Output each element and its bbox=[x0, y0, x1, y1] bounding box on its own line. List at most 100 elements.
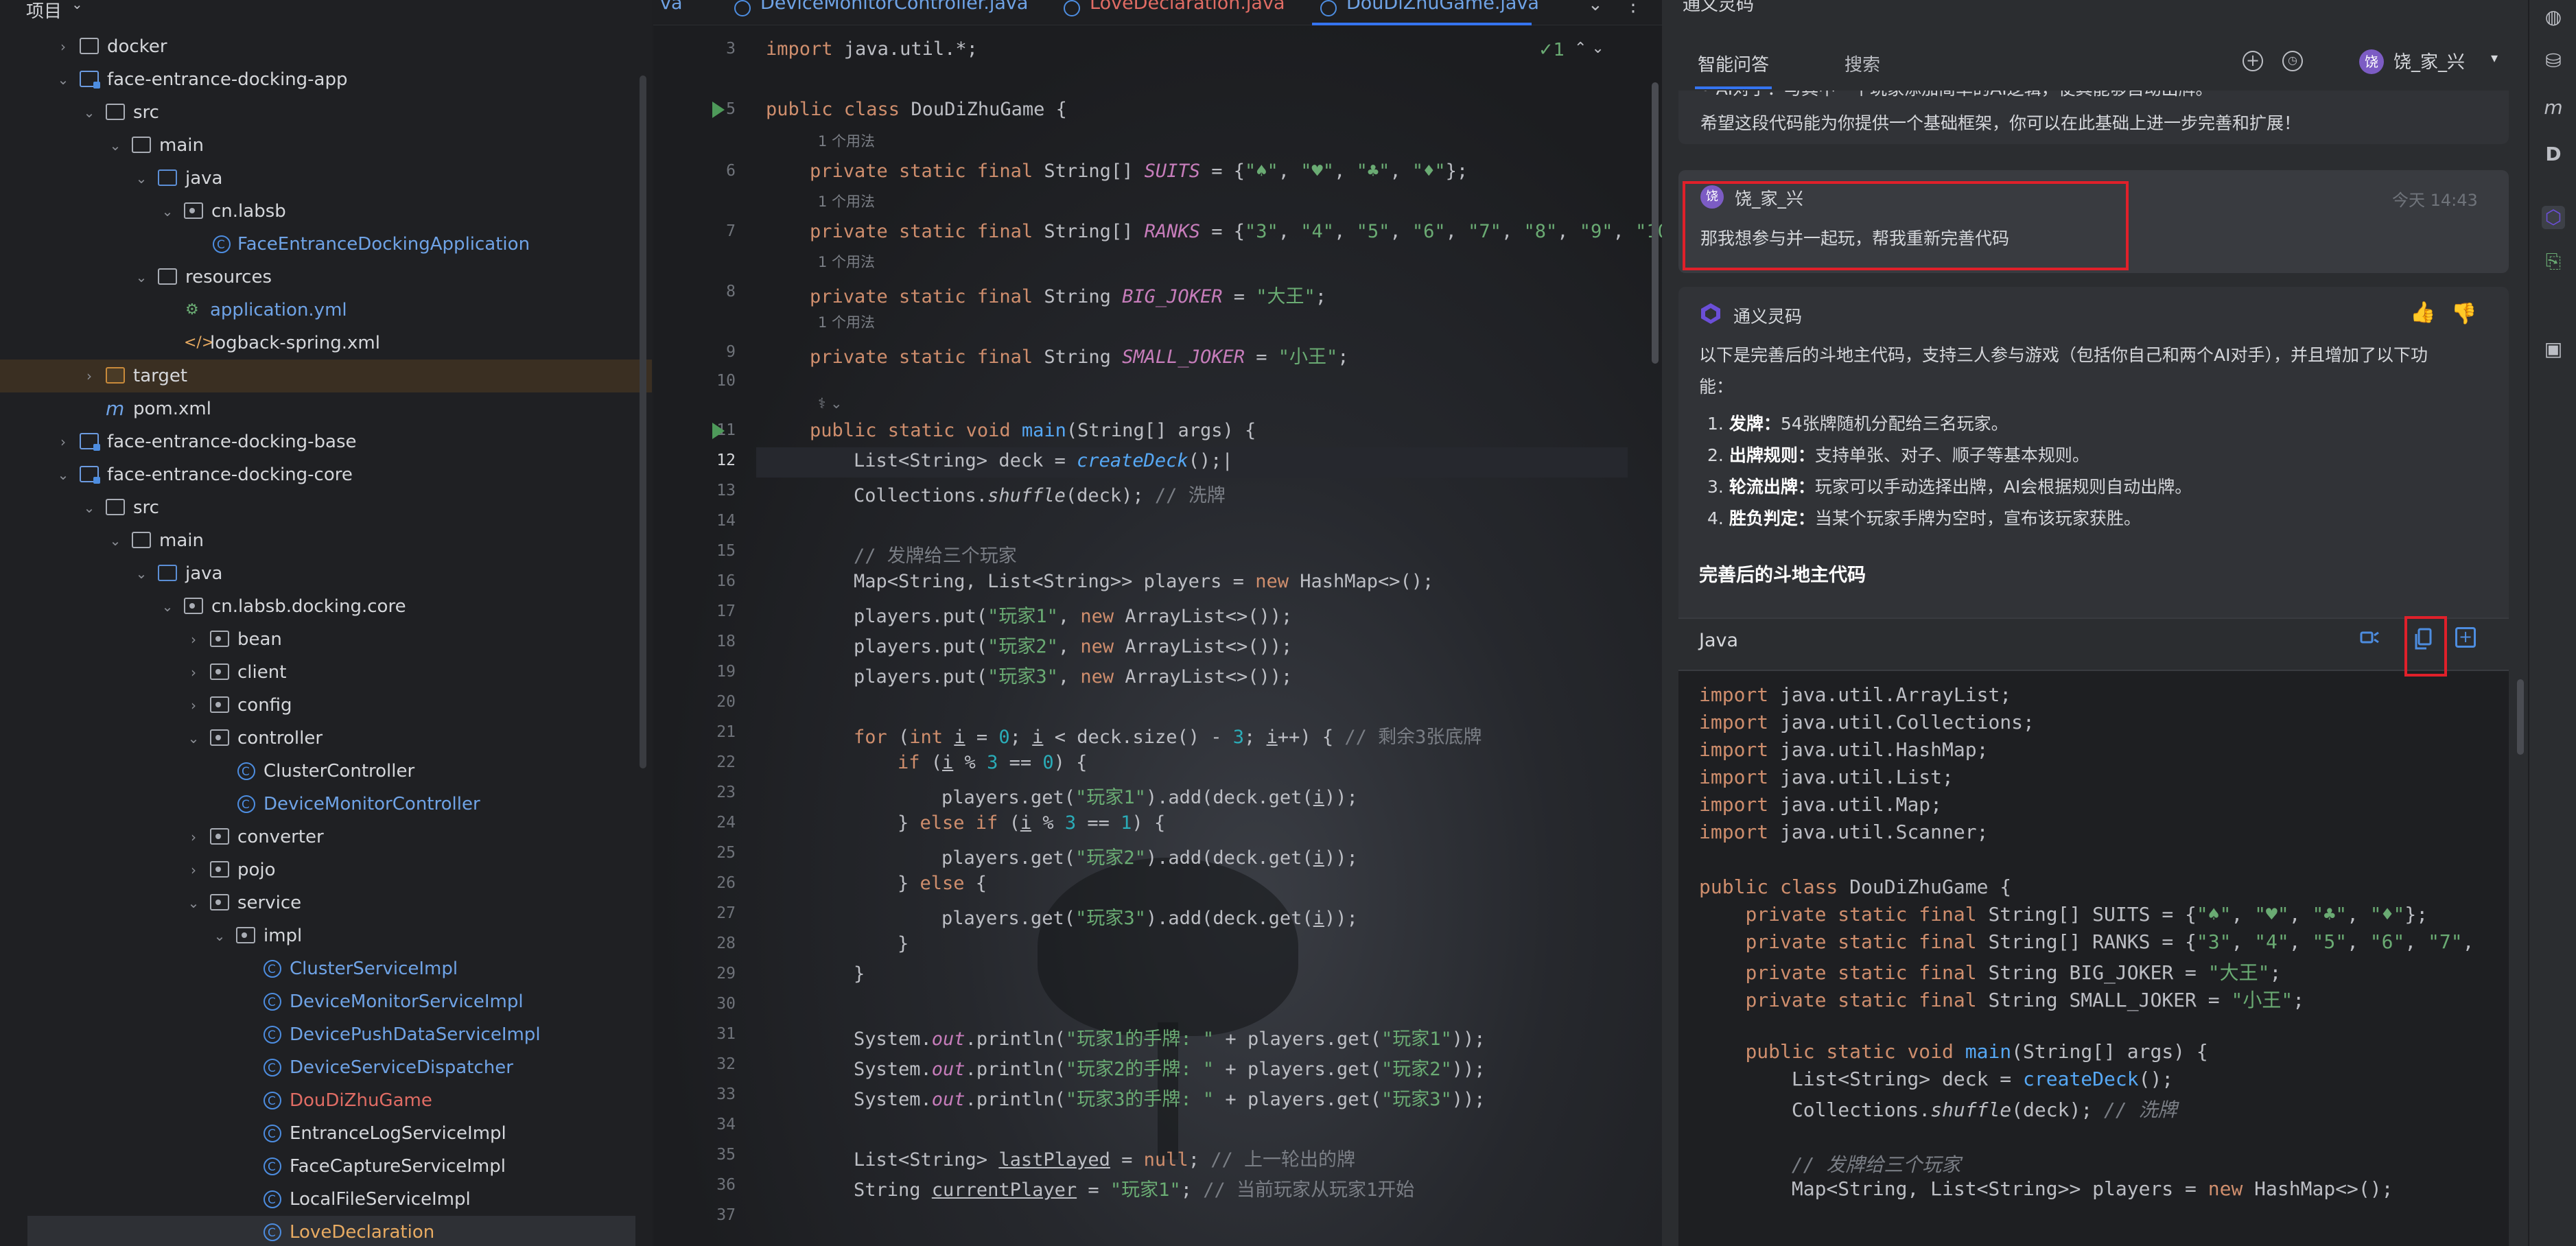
user-avatar[interactable]: 饶 bbox=[2359, 49, 2384, 74]
tree-item-class[interactable]: ClusterController bbox=[0, 755, 652, 788]
chevron-right-icon[interactable]: › bbox=[185, 623, 202, 656]
tree-item-module[interactable]: ⌄ face-entrance-docking-app bbox=[0, 63, 652, 96]
chevron-down-icon[interactable]: ⌄ bbox=[71, 0, 83, 12]
chevron-down-icon[interactable]: ⌄ bbox=[133, 162, 150, 195]
chevron-down-icon[interactable]: ⌄ bbox=[81, 491, 97, 524]
chevron-down-icon[interactable]: ⌄ bbox=[159, 590, 176, 623]
chevron-down-icon[interactable]: ⌄ bbox=[55, 458, 71, 491]
tree-item-class[interactable]: EntranceLogServiceImpl bbox=[0, 1117, 652, 1151]
tree-item-label: EntranceLogServiceImpl bbox=[290, 1123, 506, 1144]
chevron-right-icon[interactable]: › bbox=[55, 425, 71, 458]
chevron-down-icon[interactable]: ⌄ bbox=[185, 722, 202, 755]
chevron-right-icon[interactable]: › bbox=[185, 656, 202, 689]
chevron-down-icon[interactable]: ⌄ bbox=[107, 129, 124, 162]
chevron-down-icon[interactable]: ⌄ bbox=[211, 919, 228, 952]
project-panel-scrollbar[interactable] bbox=[640, 75, 646, 768]
tree-item-folder[interactable]: › target bbox=[0, 360, 652, 392]
copy-icon[interactable] bbox=[2413, 627, 2433, 652]
chevron-right-icon[interactable]: › bbox=[185, 821, 202, 854]
insert-code-icon[interactable]: + bbox=[2455, 627, 2476, 648]
tree-item-class[interactable]: ClusterServiceImpl bbox=[0, 952, 652, 986]
notifications-icon[interactable]: ◍ bbox=[2542, 5, 2565, 29]
ai-panel-scrollbar[interactable] bbox=[2517, 679, 2524, 755]
tree-item-class[interactable]: DevicePushDataServiceImpl bbox=[0, 1018, 652, 1052]
tree-item-module[interactable]: ⌄ face-entrance-docking-core bbox=[0, 458, 652, 491]
tree-item-file[interactable]: m pom.xml bbox=[0, 392, 652, 425]
chevron-down-icon[interactable]: ⌄ bbox=[185, 886, 202, 919]
list-item-title: 胜负判定： bbox=[1729, 508, 1815, 528]
tongyi-assistant-icon[interactable]: ⬡ bbox=[2542, 206, 2565, 229]
chevron-down-icon[interactable]: ⌄ bbox=[55, 63, 71, 96]
chevron-down-icon[interactable]: ⌄ bbox=[1588, 0, 1603, 15]
structure-icon[interactable]: ▣ bbox=[2542, 338, 2565, 361]
run-gutter-icon[interactable] bbox=[712, 423, 725, 439]
tree-item-package[interactable]: ⌄ impl bbox=[0, 919, 652, 952]
tree-item-folder[interactable]: ⌄ main bbox=[0, 129, 652, 162]
new-chat-icon[interactable]: + bbox=[2243, 51, 2263, 71]
usage-hint[interactable]: 1 个用法 bbox=[818, 251, 875, 272]
tree-item-package[interactable]: › client bbox=[0, 656, 652, 689]
chevron-down-icon[interactable]: ⌄ bbox=[107, 524, 124, 557]
tab-smart-qa[interactable]: 智能问答 bbox=[1698, 51, 1769, 76]
chevron-right-icon[interactable]: › bbox=[55, 30, 71, 63]
tree-item-module[interactable]: › face-entrance-docking-base bbox=[0, 425, 652, 458]
tree-item-folder[interactable]: ⌄ src bbox=[0, 491, 652, 524]
tree-item-folder[interactable]: ⌄ java bbox=[0, 557, 652, 590]
tree-item-folder[interactable]: ⌄ resources bbox=[0, 261, 652, 294]
chevron-down-icon[interactable]: ⌄ bbox=[159, 195, 176, 228]
tree-item-package[interactable]: ⌄ service bbox=[0, 886, 652, 919]
tree-item-class[interactable]: DeviceMonitorController bbox=[0, 788, 652, 821]
tab-search[interactable]: 搜索 bbox=[1845, 51, 1880, 76]
tree-item-package[interactable]: ⌄ cn.labsb bbox=[0, 195, 652, 228]
tree-item-class[interactable]: LocalFileServiceImpl bbox=[0, 1183, 652, 1216]
usage-hint[interactable]: 1 个用法 bbox=[818, 130, 875, 151]
chevron-right-icon[interactable]: › bbox=[185, 689, 202, 722]
book-icon[interactable]: ⎘ bbox=[2542, 250, 2565, 273]
fold-hint[interactable]: ⚕ ⌄ bbox=[818, 395, 843, 412]
tree-item-package[interactable]: › config bbox=[0, 689, 652, 722]
caret-down-icon[interactable]: ▾ bbox=[2491, 49, 2498, 66]
tree-item-file[interactable]: </> logback-spring.xml bbox=[0, 327, 652, 360]
tree-item-package[interactable]: › converter bbox=[0, 821, 652, 854]
database-icon[interactable]: ⛁ bbox=[2542, 49, 2565, 73]
class-icon bbox=[264, 1019, 281, 1052]
tree-item-class[interactable]: LoveDeclaration bbox=[27, 1216, 635, 1246]
tree-item-class[interactable]: DeviceServiceDispatcher bbox=[0, 1051, 652, 1085]
code-block-line: import java.util.Collections; bbox=[1699, 711, 2035, 733]
maven-icon[interactable]: m bbox=[2542, 96, 2565, 119]
tree-item-package[interactable]: › pojo bbox=[0, 854, 652, 886]
tree-item-package[interactable]: ⌄ cn.labsb.docking.core bbox=[0, 590, 652, 623]
editor-scrollbar[interactable] bbox=[1652, 82, 1659, 364]
code-line: } else { bbox=[898, 873, 987, 894]
tree-item-class[interactable]: DouDiZhuGame bbox=[0, 1084, 652, 1118]
usage-hint[interactable]: 1 个用法 bbox=[818, 191, 875, 211]
code-content[interactable]: import java.util.*; public class DouDiZh… bbox=[756, 27, 1662, 1246]
usage-hint[interactable]: 1 个用法 bbox=[818, 312, 875, 332]
user-name[interactable]: 饶_家_兴 bbox=[2393, 48, 2465, 73]
chevron-down-icon[interactable]: ⌄ bbox=[133, 557, 150, 590]
run-gutter-icon[interactable] bbox=[712, 102, 725, 118]
tree-item-file[interactable]: ⚙ application.yml bbox=[0, 294, 652, 327]
tree-item-package[interactable]: › bean bbox=[0, 623, 652, 656]
history-icon[interactable]: ◷ bbox=[2282, 51, 2303, 71]
chevron-right-icon[interactable]: › bbox=[81, 360, 97, 392]
tree-item-package[interactable]: ⌄ controller bbox=[0, 722, 652, 755]
tree-item-docker[interactable]: › docker bbox=[0, 30, 652, 63]
line-number: 6 bbox=[726, 162, 736, 180]
tree-item-class[interactable]: FaceCaptureServiceImpl bbox=[0, 1150, 652, 1184]
tree-item-folder[interactable]: ⌄ java bbox=[0, 162, 652, 195]
tree-item-folder[interactable]: ⌄ src bbox=[0, 96, 652, 129]
more-vertical-icon[interactable]: ⋮ bbox=[1624, 0, 1643, 16]
tree-item-class[interactable]: DeviceMonitorServiceImpl bbox=[0, 985, 652, 1019]
tree-item-class[interactable]: FaceEntranceDockingApplication bbox=[0, 228, 652, 261]
d-plugin-icon[interactable]: D bbox=[2542, 143, 2565, 166]
chevron-down-icon[interactable]: ⌄ bbox=[81, 96, 97, 129]
project-panel-title[interactable]: 项目 bbox=[26, 0, 62, 23]
chevron-down-icon[interactable]: ⌄ bbox=[133, 261, 150, 294]
thumbs-down-icon[interactable]: 👎 bbox=[2451, 302, 2477, 326]
tree-item-label: bean bbox=[237, 629, 282, 650]
thumbs-up-icon[interactable]: 👍 bbox=[2410, 301, 2435, 325]
diff-view-icon[interactable] bbox=[2359, 627, 2380, 648]
tree-item-folder[interactable]: ⌄ main bbox=[0, 524, 652, 557]
chevron-right-icon[interactable]: › bbox=[185, 854, 202, 886]
